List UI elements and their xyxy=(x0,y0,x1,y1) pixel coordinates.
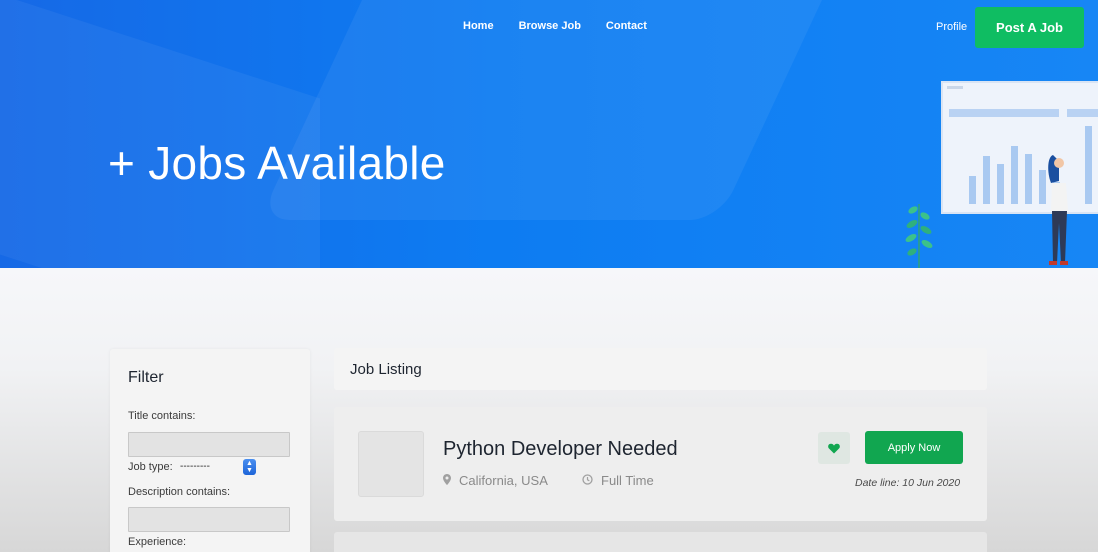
post-job-button[interactable]: Post A Job xyxy=(975,7,1084,48)
illustration-bar xyxy=(969,176,976,204)
nav-contact-link[interactable]: Contact xyxy=(606,20,647,32)
illustration-bar xyxy=(997,164,1004,204)
hero-decor-shape xyxy=(0,0,320,268)
illustration-bar xyxy=(1025,154,1032,204)
plant-icon xyxy=(905,204,933,268)
company-logo-placeholder xyxy=(358,431,424,497)
job-listing-title: Job Listing xyxy=(350,361,422,378)
job-type: Full Time xyxy=(582,473,654,488)
heart-icon xyxy=(828,443,840,453)
favorite-button[interactable] xyxy=(818,432,850,464)
profile-link[interactable]: Profile xyxy=(936,21,967,33)
job-type-select[interactable]: --------- ▲ ▼ xyxy=(174,458,256,475)
hero-title: + Jobs Available xyxy=(108,137,446,189)
job-type-value: --------- xyxy=(180,460,210,472)
select-arrows-icon: ▲ ▼ xyxy=(243,458,256,475)
clock-icon xyxy=(582,473,593,488)
job-location: California, USA xyxy=(443,473,548,488)
illustration-bar xyxy=(983,156,990,204)
job-title[interactable]: Python Developer Needed xyxy=(443,438,678,461)
job-card: Python Developer Needed California, USA … xyxy=(334,407,987,521)
filter-title: Filter xyxy=(128,369,164,386)
illustration-window-dots xyxy=(947,86,963,89)
job-type-label: Job type: xyxy=(128,461,173,473)
job-type-text: Full Time xyxy=(601,473,654,488)
job-card xyxy=(334,532,987,552)
job-location-text: California, USA xyxy=(459,473,548,488)
illustration-header-bar xyxy=(1067,109,1098,117)
description-contains-label: Description contains: xyxy=(128,486,231,498)
person-icon xyxy=(1048,155,1068,265)
filter-panel: Filter Title contains: Job type: -------… xyxy=(110,349,310,552)
illustration-bar xyxy=(1085,126,1092,204)
job-deadline: Date line: 10 Jun 2020 xyxy=(855,477,961,489)
illustration-header-bar xyxy=(949,109,1059,117)
map-pin-icon xyxy=(443,473,451,488)
description-contains-input[interactable] xyxy=(128,507,290,532)
nav-browse-job-link[interactable]: Browse Job xyxy=(519,20,581,32)
experience-label: Experience: xyxy=(128,536,187,548)
hero-illustration xyxy=(895,78,1098,268)
job-listing-header: Job Listing xyxy=(334,348,987,390)
illustration-bar xyxy=(1011,146,1018,204)
hero-banner: Home Browse Job Contact Profile Post A J… xyxy=(0,0,1098,268)
apply-now-button[interactable]: Apply Now xyxy=(865,431,963,464)
nav-home-link[interactable]: Home xyxy=(463,20,494,32)
title-contains-input[interactable] xyxy=(128,432,290,457)
main-nav: Home Browse Job Contact xyxy=(463,20,647,32)
title-contains-label: Title contains: xyxy=(128,410,196,422)
